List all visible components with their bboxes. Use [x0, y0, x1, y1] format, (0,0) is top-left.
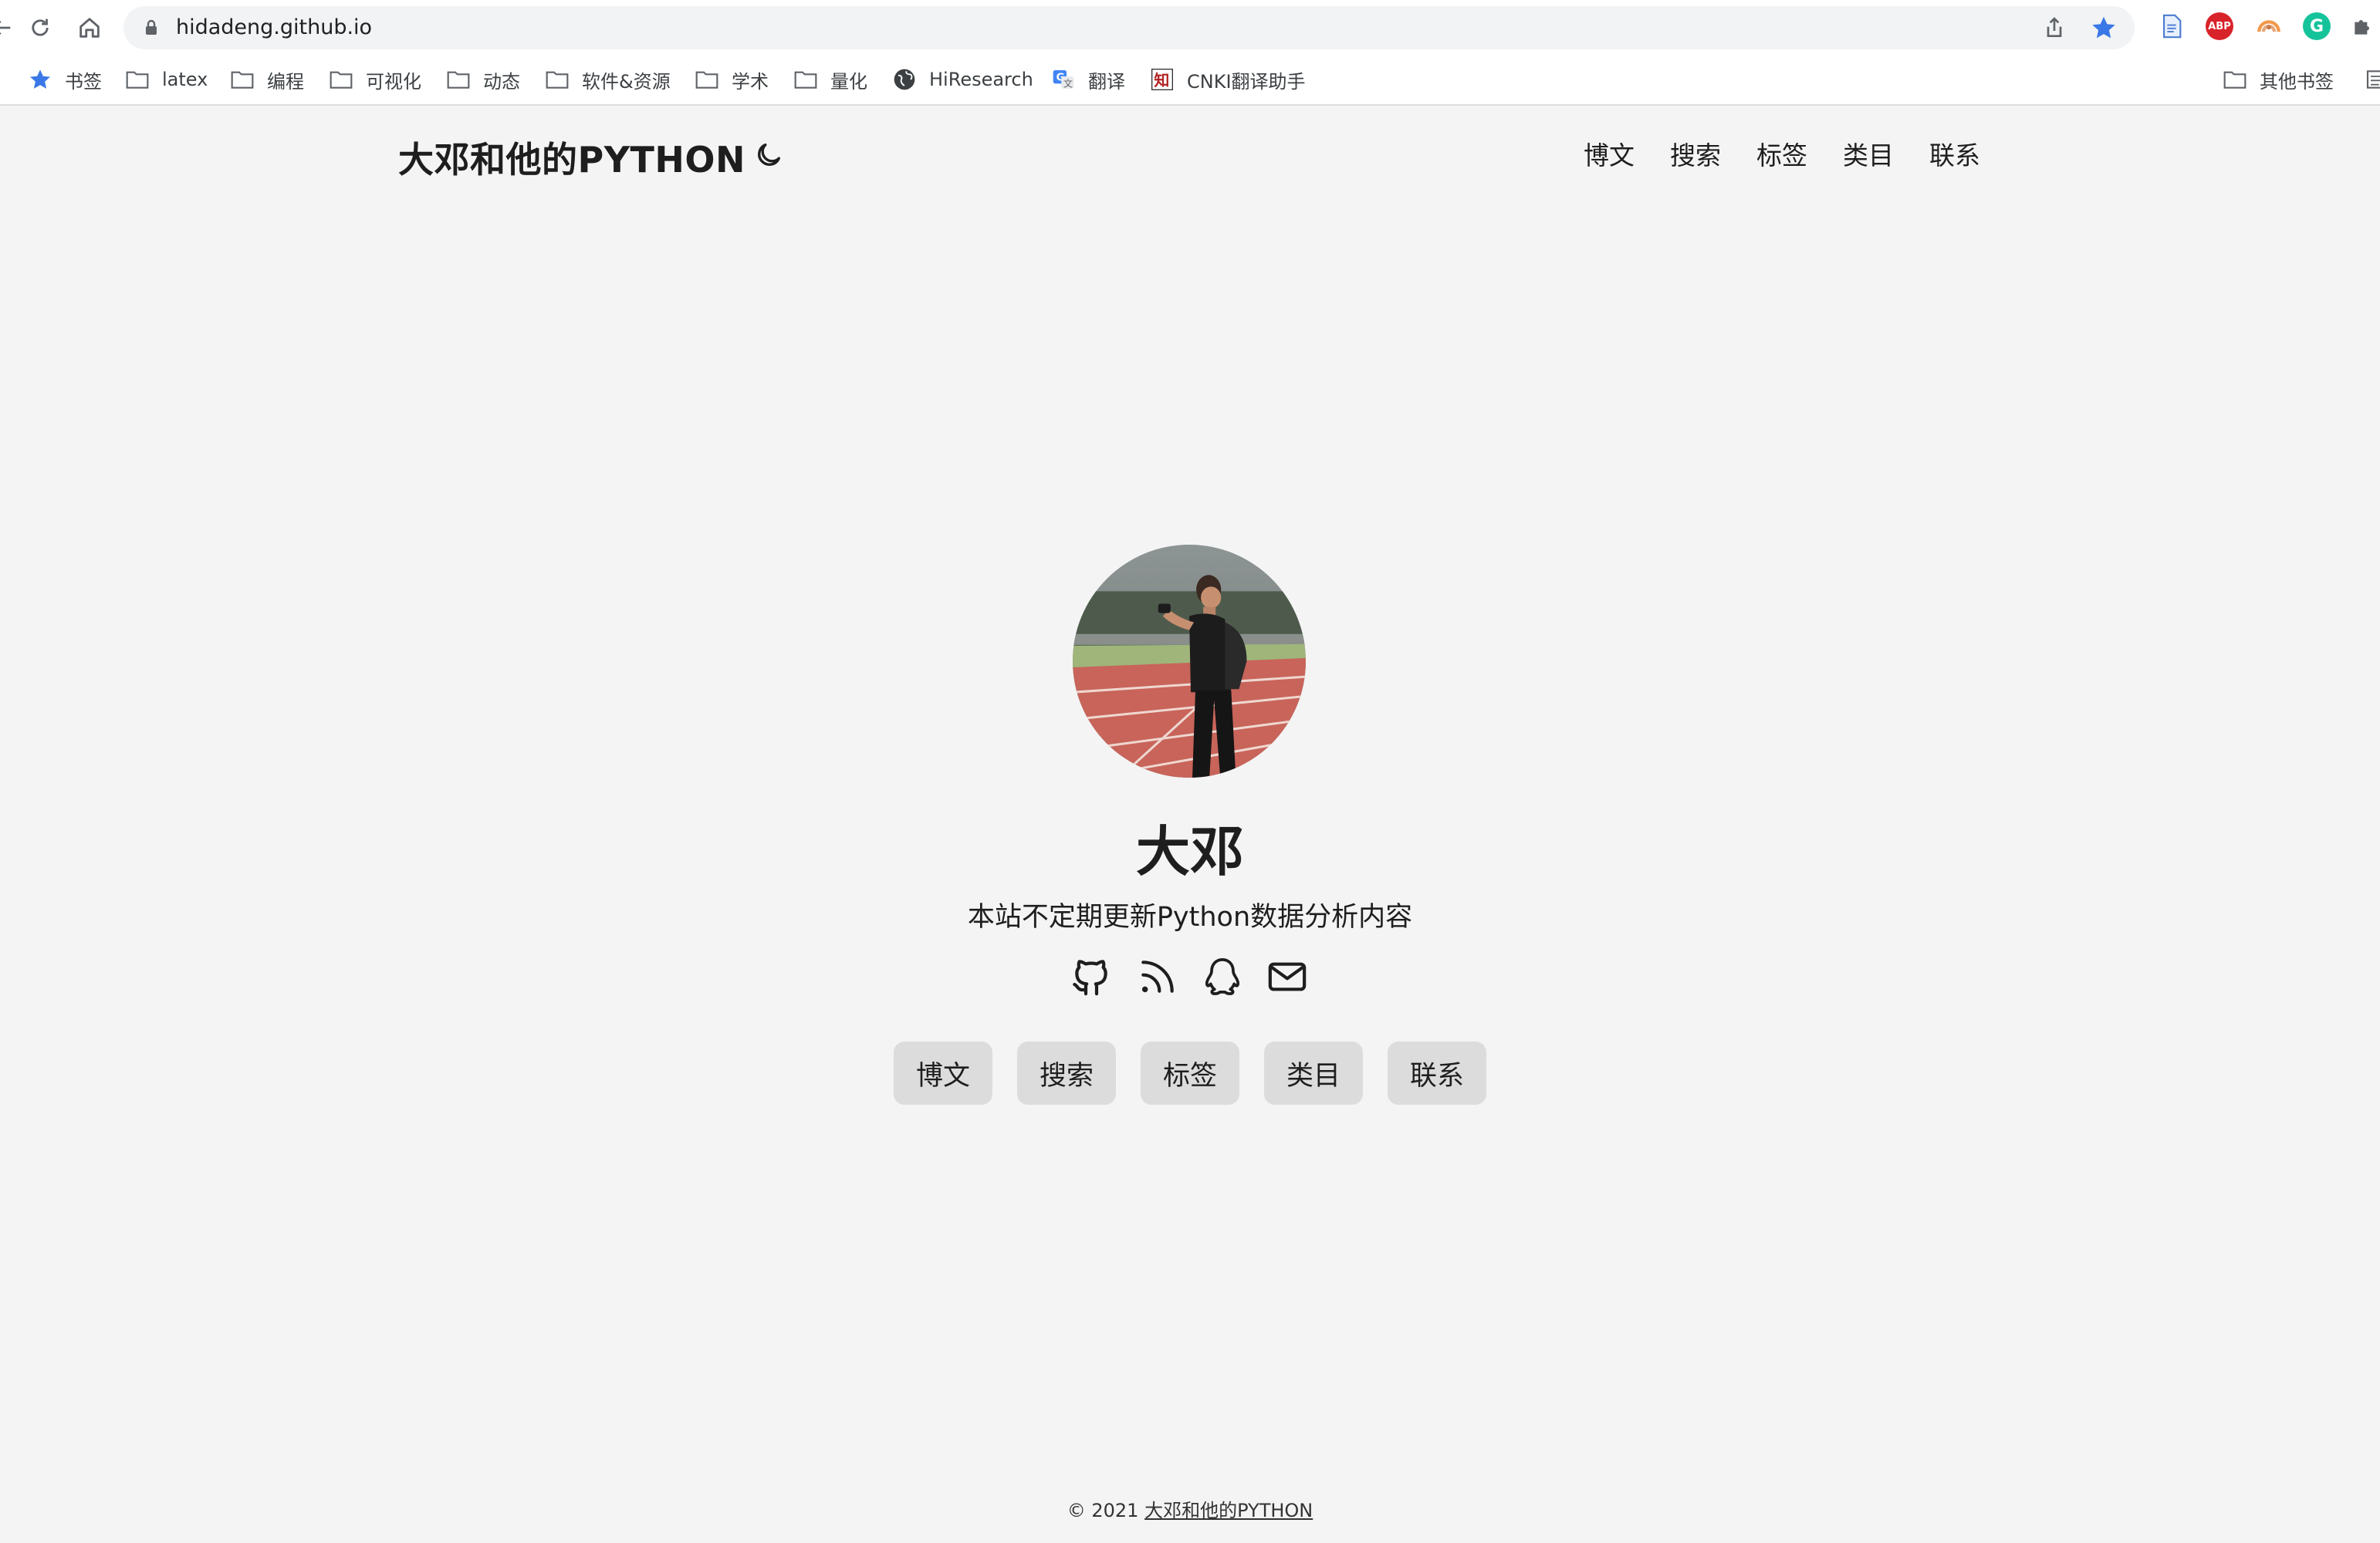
bookmark-folder[interactable]: 可视化	[329, 60, 421, 99]
bookmark-item[interactable]: 书签	[28, 60, 102, 99]
reload-button[interactable]	[23, 11, 57, 45]
footer: © 2021 大邓和他的PYTHON	[0, 1495, 2380, 1522]
reading-list-icon	[2366, 70, 2380, 89]
qq-icon	[1205, 957, 1240, 995]
back-button[interactable]	[0, 11, 19, 45]
folder-icon	[546, 71, 569, 89]
rainbow-extension-icon[interactable]	[2255, 12, 2283, 40]
footer-copyright: © 2021	[1067, 1500, 1139, 1521]
doc-extension-icon[interactable]	[2158, 12, 2186, 40]
bookmark-item[interactable]: G文 翻译	[1051, 60, 1125, 99]
grammarly-icon[interactable]: G	[2303, 12, 2331, 40]
bookmark-folder[interactable]: 动态	[446, 60, 520, 99]
profile-subtitle: 本站不定期更新Python数据分析内容	[967, 902, 1413, 933]
bookmark-label: HiResearch	[929, 69, 1033, 90]
translate-icon: G文	[1053, 70, 1074, 89]
bookmark-label: 可视化	[366, 70, 421, 93]
bookmark-label: latex	[162, 69, 208, 90]
github-icon	[1073, 960, 1107, 996]
rss-icon	[1141, 961, 1174, 993]
nav-posts[interactable]: 博文	[1584, 135, 1635, 172]
site-header: 大邓和他的PYTHON 博文 搜索 标签 类目 联系	[0, 106, 2380, 206]
bookmark-label: 量化	[830, 70, 867, 93]
profile-name: 大邓	[1136, 820, 1244, 883]
folder-icon	[794, 71, 817, 89]
folder-icon	[695, 71, 718, 89]
posts-button[interactable]: 博文	[894, 1042, 992, 1105]
bookmark-folder[interactable]: 学术	[695, 60, 769, 99]
bookmark-label: 其他书签	[2260, 70, 2334, 93]
bookmarks-bar: 书签 latex 编程 可视化 动态 软件&资源 学术 量化 HiResearc…	[0, 60, 2380, 99]
mail-icon	[1268, 962, 1307, 991]
star-icon	[29, 69, 51, 89]
moon-icon[interactable]	[753, 140, 784, 171]
lock-icon	[146, 19, 157, 35]
bookmark-folder[interactable]: 软件&资源	[545, 60, 671, 99]
home-button[interactable]	[73, 11, 106, 45]
grammarly-label: G	[2309, 16, 2324, 36]
back-arrow-icon	[0, 20, 11, 35]
nav-tags[interactable]: 标签	[1756, 135, 1807, 172]
reload-icon	[32, 19, 49, 36]
github-link[interactable]	[1070, 955, 1113, 998]
adblock-label: ABP	[2208, 20, 2231, 32]
search-button[interactable]: 搜索	[1017, 1042, 1116, 1105]
extensions-puzzle-icon[interactable]	[2349, 12, 2377, 40]
bookmark-label: 书签	[65, 70, 102, 93]
footer-site-link[interactable]: 大邓和他的PYTHON	[1144, 1500, 1313, 1521]
adblock-plus-icon[interactable]: ABP	[2206, 12, 2233, 40]
avatar-photo	[1073, 545, 1306, 778]
site-title[interactable]: 大邓和他的PYTHON	[398, 132, 745, 183]
contact-button[interactable]: 联系	[1388, 1042, 1486, 1105]
home-icon	[79, 18, 100, 38]
reading-list-button[interactable]	[2365, 60, 2380, 99]
browser-chrome: hidadeng.github.io ABP G 书签 latex 编程 可视化	[0, 0, 2380, 106]
categories-button[interactable]: 类目	[1264, 1042, 1363, 1105]
avatar	[1073, 545, 1306, 778]
bookmark-label: 编程	[267, 70, 304, 93]
bookmark-folder[interactable]: 其他书签	[2223, 60, 2334, 99]
qq-link[interactable]	[1201, 955, 1244, 998]
share-icon[interactable]	[2042, 15, 2067, 40]
bookmark-label: CNKI翻译助手	[1187, 70, 1306, 93]
bookmark-folder[interactable]: 量化	[793, 60, 867, 99]
rss-link[interactable]	[1136, 955, 1179, 998]
nav-search[interactable]: 搜索	[1670, 135, 1721, 172]
nav-contact[interactable]: 联系	[1929, 135, 1980, 172]
bookmark-label: 学术	[732, 70, 769, 93]
email-link[interactable]	[1266, 955, 1309, 998]
folder-icon	[126, 71, 149, 89]
bookmark-label: 翻译	[1088, 70, 1125, 93]
bookmark-item[interactable]: 知 CNKI翻译助手	[1150, 60, 1306, 99]
bookmark-label: 动态	[483, 70, 520, 93]
folder-icon	[2223, 71, 2246, 89]
bookmark-label: 软件&资源	[582, 70, 671, 93]
svg-text:知: 知	[1154, 71, 1169, 89]
svg-text:文: 文	[1063, 77, 1073, 89]
cnki-icon: 知	[1151, 69, 1173, 90]
folder-icon	[231, 71, 254, 89]
url-text[interactable]: hidadeng.github.io	[176, 6, 372, 49]
folder-icon	[330, 71, 353, 89]
tags-button[interactable]: 标签	[1141, 1042, 1239, 1105]
folder-icon	[447, 71, 470, 89]
bookmark-star-icon[interactable]	[2090, 14, 2118, 42]
address-bar[interactable]: hidadeng.github.io	[123, 6, 2135, 49]
globe-icon	[894, 69, 915, 90]
bookmark-folder[interactable]: 编程	[230, 60, 304, 99]
bookmark-folder[interactable]: latex	[125, 60, 208, 99]
nav-categories[interactable]: 类目	[1843, 135, 1894, 172]
bookmark-item[interactable]: HiResearch	[892, 60, 1033, 99]
